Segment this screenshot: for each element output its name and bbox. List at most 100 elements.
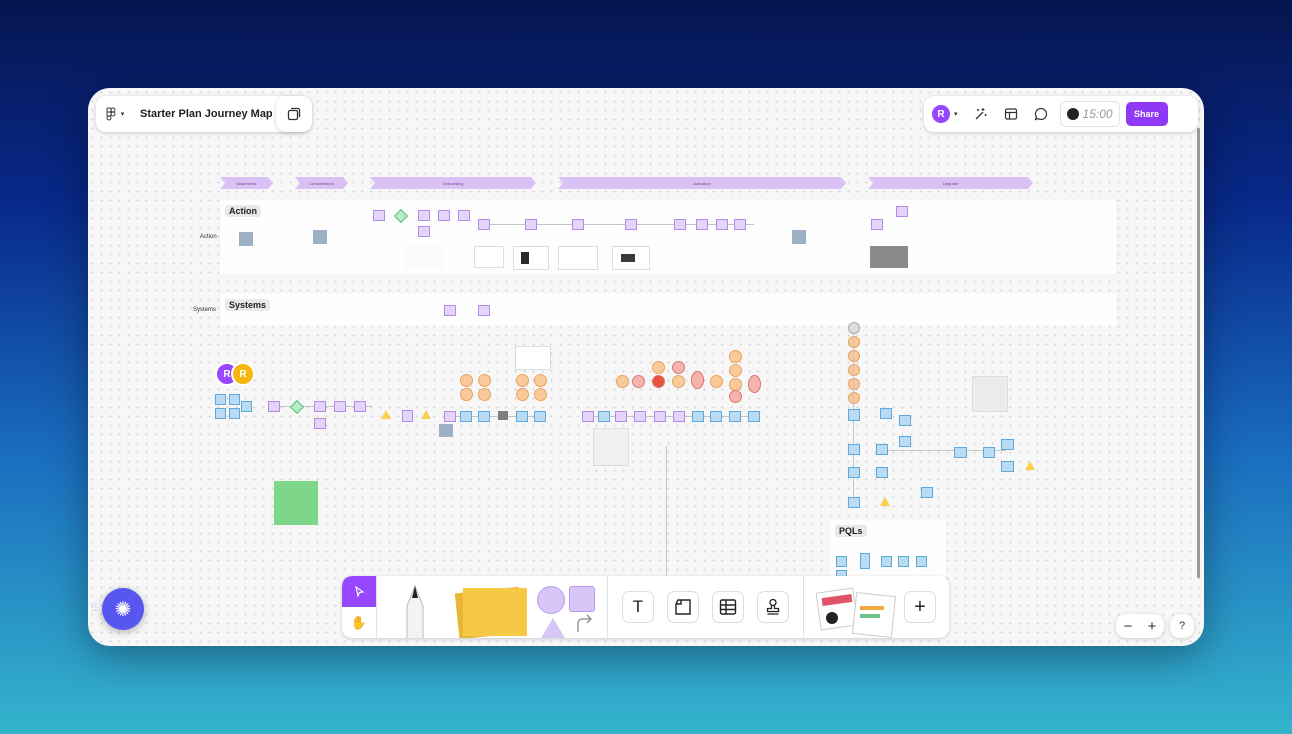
emotion-node[interactable]	[632, 375, 645, 388]
flow-node[interactable]	[983, 447, 995, 458]
step-node[interactable]	[674, 219, 686, 230]
flow-node[interactable]	[334, 401, 346, 412]
flow-node[interactable]	[1001, 461, 1014, 472]
flow-node[interactable]	[898, 556, 909, 567]
sticky-note-tool[interactable]	[447, 576, 531, 638]
flow-node[interactable]	[460, 411, 472, 422]
layout-icon[interactable]	[998, 101, 1024, 127]
flow-node[interactable]	[402, 410, 413, 422]
emotion-node[interactable]	[848, 336, 860, 348]
flow-node[interactable]	[444, 411, 456, 422]
step-node[interactable]	[418, 226, 430, 237]
phase-activation[interactable]: Activation	[558, 177, 846, 189]
emotion-node[interactable]	[652, 375, 665, 388]
flow-node[interactable]	[229, 394, 240, 405]
grey-block[interactable]	[313, 230, 327, 244]
phase-awareness[interactable]: Awareness	[220, 177, 273, 189]
screenshot-dark[interactable]	[521, 252, 529, 264]
note-card[interactable]	[515, 346, 551, 370]
flow-node[interactable]	[881, 556, 892, 567]
step-node[interactable]	[444, 305, 456, 316]
drag-handle-icon[interactable]: ⠿	[90, 602, 98, 615]
flow-node[interactable]	[899, 415, 911, 426]
flow-node[interactable]	[615, 411, 627, 422]
flow-node[interactable]	[848, 497, 860, 508]
flow-node[interactable]	[876, 467, 888, 478]
flow-node[interactable]	[354, 401, 366, 412]
emotion-node[interactable]	[729, 350, 742, 363]
emotion-node[interactable]	[848, 392, 860, 404]
phase-consideration[interactable]: Consideration	[295, 177, 348, 189]
help-button[interactable]: ?	[1170, 614, 1194, 638]
phase-upgrade[interactable]: Upgrade	[868, 177, 1033, 189]
flow-node[interactable]	[860, 553, 870, 569]
step-node[interactable]	[458, 210, 470, 221]
emotion-node[interactable]	[848, 322, 860, 334]
screenshot-grey[interactable]	[870, 246, 908, 268]
emotion-node[interactable]	[516, 374, 529, 387]
screenshot-card[interactable]	[474, 246, 504, 268]
step-node[interactable]	[438, 210, 450, 221]
warning-node[interactable]	[381, 410, 391, 419]
step-node[interactable]	[478, 305, 490, 316]
step-node[interactable]	[373, 210, 385, 221]
flow-node[interactable]	[314, 418, 326, 429]
avatar[interactable]: R	[932, 105, 950, 123]
emotion-node[interactable]	[691, 371, 704, 389]
grey-block[interactable]	[239, 232, 253, 246]
emotion-node[interactable]	[729, 390, 742, 403]
flow-node[interactable]	[876, 444, 888, 455]
emotion-node[interactable]	[516, 388, 529, 401]
step-node[interactable]	[572, 219, 584, 230]
flow-node[interactable]	[654, 411, 666, 422]
text-tool[interactable]: T	[622, 591, 654, 623]
flow-node[interactable]	[899, 436, 911, 447]
stamp-tool[interactable]	[757, 591, 789, 623]
action-lane[interactable]	[220, 200, 1116, 274]
systems-lane[interactable]	[220, 294, 1116, 326]
emotion-node[interactable]	[478, 388, 491, 401]
zoom-out-button[interactable]: −	[1124, 618, 1133, 635]
emotion-node[interactable]	[460, 374, 473, 387]
step-node[interactable]	[716, 219, 728, 230]
actions-icon[interactable]	[968, 101, 994, 127]
screenshot-card[interactable]	[558, 246, 598, 270]
flow-node[interactable]	[314, 401, 326, 412]
step-node[interactable]	[896, 206, 908, 217]
flow-node[interactable]	[710, 411, 722, 422]
flow-node[interactable]	[229, 408, 240, 419]
flow-node[interactable]	[673, 411, 685, 422]
table-tool[interactable]	[712, 591, 744, 623]
flow-node[interactable]	[848, 409, 860, 421]
flow-node[interactable]	[534, 411, 546, 422]
emotion-node[interactable]	[672, 361, 685, 374]
note-card[interactable]	[972, 376, 1008, 412]
flow-node[interactable]	[848, 467, 860, 478]
vertical-scrollbar[interactable]	[1197, 128, 1200, 578]
flow-node[interactable]	[268, 401, 280, 412]
emotion-node[interactable]	[848, 350, 860, 362]
step-node[interactable]	[871, 219, 883, 230]
flow-node[interactable]	[634, 411, 646, 422]
emotion-node[interactable]	[534, 388, 547, 401]
grey-block[interactable]	[498, 411, 508, 420]
fab-button[interactable]: ✺	[102, 588, 144, 630]
emotion-node[interactable]	[652, 361, 665, 374]
step-node[interactable]	[696, 219, 708, 230]
flow-node[interactable]	[916, 556, 927, 567]
pencil-tool[interactable]	[377, 576, 447, 638]
flow-node[interactable]	[748, 411, 760, 422]
file-title[interactable]: Starter Plan Journey Map	[140, 108, 273, 120]
emotion-node[interactable]	[460, 388, 473, 401]
step-node[interactable]	[625, 219, 637, 230]
flow-node[interactable]	[598, 411, 610, 422]
collaborator-avatar[interactable]: R	[231, 362, 255, 386]
warning-node[interactable]	[880, 497, 890, 506]
flow-node[interactable]	[729, 411, 741, 422]
step-node[interactable]	[734, 219, 746, 230]
canvas[interactable]: Awareness Consideration Onboarding Activ…	[88, 88, 1204, 646]
emotion-node[interactable]	[848, 364, 860, 376]
pages-button[interactable]	[276, 96, 312, 132]
sticky-note-green[interactable]	[274, 481, 318, 525]
flow-node[interactable]	[516, 411, 528, 422]
